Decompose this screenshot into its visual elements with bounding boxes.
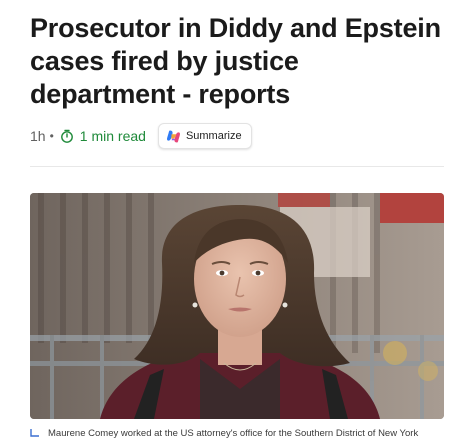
timer-icon: [60, 129, 74, 143]
photo-caption-row: Maurene Comey worked at the US attorney'…: [30, 428, 460, 440]
meta-separator: •: [49, 129, 54, 143]
summarize-label: Summarize: [185, 130, 242, 142]
read-time-label: 1 min read: [79, 128, 146, 144]
publish-age: 1h: [30, 128, 46, 144]
header-divider: [30, 166, 444, 167]
read-time: 1 min read: [60, 128, 146, 144]
caption-corner-icon: [30, 428, 40, 438]
article-photo[interactable]: [30, 193, 444, 419]
article-card: Prosecutor in Diddy and Epstein cases fi…: [0, 0, 474, 445]
photo-caption: Maurene Comey worked at the US attorney'…: [48, 428, 419, 439]
article-meta: 1h • 1 min read Summarize: [30, 122, 252, 150]
copilot-icon: [166, 129, 181, 144]
summarize-button[interactable]: Summarize: [157, 123, 252, 149]
article-headline[interactable]: Prosecutor in Diddy and Epstein cases fi…: [30, 12, 450, 111]
